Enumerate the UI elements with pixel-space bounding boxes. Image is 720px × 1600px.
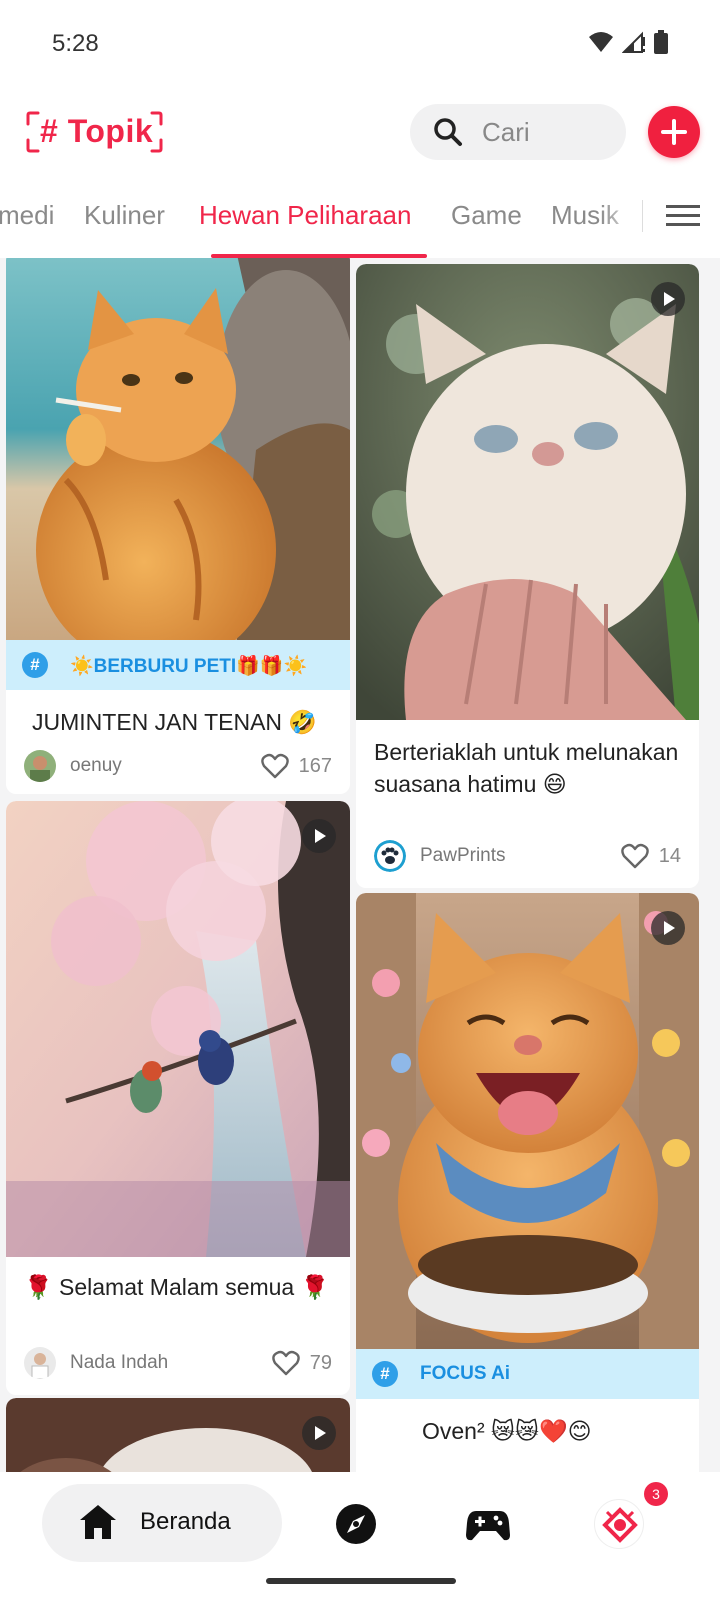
heart-icon (271, 1350, 300, 1376)
topic-label: ☀️BERBURU PETI🎁🎁☀️ (70, 656, 308, 677)
heart-icon (260, 753, 289, 779)
hashtag-icon: # (372, 1361, 398, 1387)
nav-home-label: Beranda (140, 1508, 231, 1535)
logo-text: # Topik (40, 113, 154, 149)
search-placeholder: Cari (482, 117, 530, 147)
tabs-divider (642, 200, 643, 232)
search-icon (434, 118, 462, 146)
avatar[interactable] (24, 750, 56, 782)
post-image-laughing-cat (356, 893, 699, 1351)
author-name[interactable]: oenuy (70, 755, 122, 777)
post-card[interactable]: Berteriaklah untuk melunakan suasana hat… (356, 264, 699, 888)
play-icon (651, 911, 685, 945)
play-icon (302, 1416, 336, 1450)
status-icons (588, 30, 668, 54)
wifi-icon (589, 32, 613, 52)
notification-badge: 3 (644, 1482, 668, 1506)
post-meta: oenuy 167 (24, 750, 332, 784)
like-count: 14 (658, 844, 681, 867)
post-card[interactable] (6, 1398, 350, 1472)
post-feed: # ☀️BERBURU PETI🎁🎁☀️ JUMINTEN JAN TENAN … (0, 258, 720, 1472)
post-title: Berteriaklah untuk melunakan suasana hat… (374, 739, 679, 797)
signal-icon (622, 31, 645, 53)
gamepad-icon[interactable] (466, 1505, 510, 1543)
like-button[interactable]: 167 (260, 753, 332, 779)
post-card[interactable]: 🌹 Selamat Malam semua 🌹 Nada Indah 79 (6, 801, 350, 1395)
post-image-cat-beach (6, 258, 350, 648)
like-count: 79 (309, 1351, 332, 1374)
profile-nav-button[interactable] (594, 1499, 644, 1549)
status-time: 5:28 (52, 30, 99, 57)
topik-logo: # Topik (26, 110, 164, 154)
nav-home-button[interactable]: Beranda (42, 1484, 282, 1562)
tab-hewan-peliharaan[interactable]: Hewan Peliharaan (199, 200, 411, 231)
post-title: 🌹 Selamat Malam semua 🌹 (24, 1274, 330, 1300)
like-count: 167 (298, 754, 332, 777)
tabs-fade (600, 172, 642, 258)
author-name[interactable]: PawPrints (420, 845, 506, 867)
avatar[interactable] (24, 1347, 56, 1379)
hashtag-icon: # (22, 652, 48, 678)
menu-icon[interactable] (666, 202, 700, 230)
topic-label: FOCUS Ai (420, 1363, 511, 1384)
tab-kuliner[interactable]: Kuliner (84, 200, 165, 231)
compass-icon[interactable] (335, 1503, 377, 1545)
heart-icon (620, 843, 649, 869)
play-icon (651, 282, 685, 316)
play-icon (302, 819, 336, 853)
home-icon (80, 1505, 116, 1539)
add-post-button[interactable] (648, 106, 700, 158)
app-header: # Topik Cari (0, 90, 720, 172)
post-title: JUMINTEN JAN TENAN 🤣 (32, 709, 318, 735)
paw-avatar-icon[interactable] (374, 840, 406, 872)
tab-komedi[interactable]: medi (0, 200, 54, 231)
post-card[interactable]: # ☀️BERBURU PETI🎁🎁☀️ JUMINTEN JAN TENAN … (6, 258, 350, 794)
topic-tag[interactable]: # ☀️BERBURU PETI🎁🎁☀️ (6, 640, 350, 690)
post-image-partial (6, 1398, 350, 1472)
post-meta: PawPrints 14 (374, 840, 681, 874)
plus-icon (648, 106, 700, 158)
category-tabs: medi Kuliner Hewan Peliharaan Game Musik (0, 172, 720, 258)
post-image-birds-blossom (6, 801, 350, 1257)
tab-game[interactable]: Game (451, 200, 522, 231)
like-button[interactable]: 79 (271, 1350, 332, 1376)
post-card[interactable]: # FOCUS Ai Oven² 😿😿❤️😊 (356, 893, 699, 1472)
search-input[interactable]: Cari (410, 104, 626, 160)
author-name[interactable]: Nada Indah (70, 1352, 168, 1374)
battery-icon (654, 30, 668, 54)
post-meta: Nada Indah 79 (24, 1347, 332, 1381)
profile-logo-icon (602, 1507, 638, 1543)
post-title: Oven² 😿😿❤️😊 (422, 1418, 592, 1444)
post-image-white-cat (356, 264, 699, 720)
status-bar: 5:28 (0, 0, 720, 90)
like-button[interactable]: 14 (620, 843, 681, 869)
topic-tag[interactable]: # FOCUS Ai (356, 1349, 699, 1399)
home-indicator[interactable] (266, 1578, 456, 1584)
